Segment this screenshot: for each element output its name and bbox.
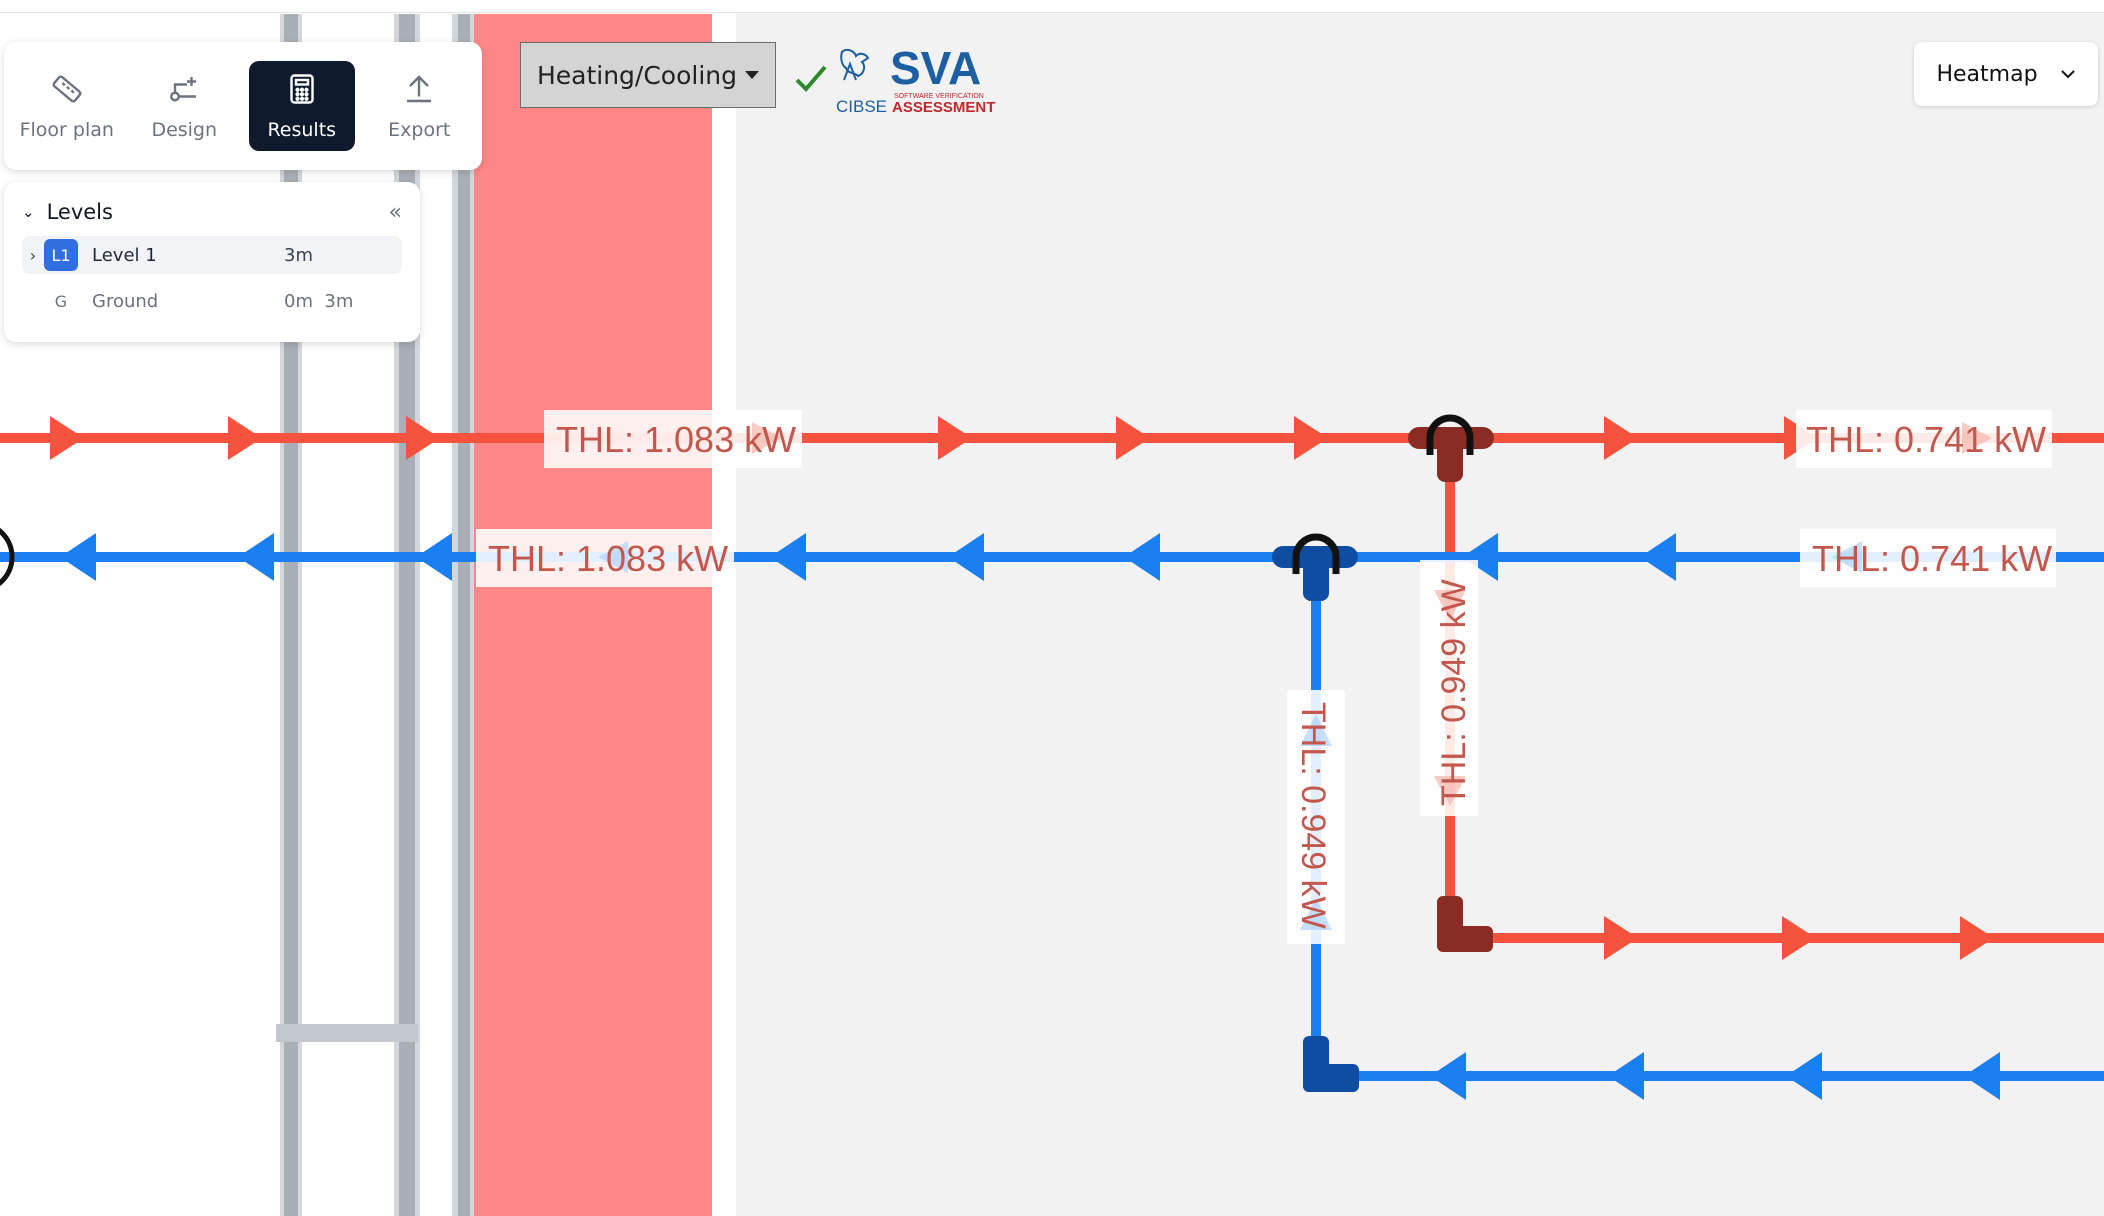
svg-text:THL: 1.083 kW: THL: 1.083 kW: [556, 419, 796, 460]
levels-header[interactable]: ⌄ Levels «: [22, 196, 402, 228]
collapse-panel-icon[interactable]: «: [389, 200, 402, 225]
floor-plan-button[interactable]: Floor plan: [14, 61, 120, 151]
results-label: Results: [267, 119, 337, 141]
heatmap-label: Heatmap: [1936, 61, 2038, 87]
design-label: Design: [151, 119, 218, 141]
svg-text:THL: 0.949 kW: THL: 0.949 kW: [1294, 702, 1332, 929]
svg-text:ASSESSMENT: ASSESSMENT: [892, 99, 995, 116]
svg-text:THL: 0.741 kW: THL: 0.741 kW: [1806, 419, 2046, 460]
level-name: Ground: [92, 290, 159, 312]
svg-text:CIBSE: CIBSE: [836, 97, 887, 116]
levels-panel: ⌄ Levels « › L1 Level 1 3m G Ground 0m 3…: [4, 182, 420, 342]
level-badge: L1: [44, 239, 78, 271]
check-icon: [795, 65, 827, 92]
mode-toolbar: Floor plan Design Results Export: [4, 42, 482, 170]
export-button[interactable]: Export: [367, 61, 473, 151]
results-canvas[interactable]: THL: 1.083 kW THL: 0.741 kW THL: 1.083 k…: [0, 0, 2104, 1216]
level-row-level-1[interactable]: › L1 Level 1 3m: [22, 236, 402, 274]
chevron-down-icon[interactable]: ⌄: [22, 203, 35, 221]
ruler-icon: [52, 75, 82, 103]
heating-cooling-label: Heating/Cooling: [536, 60, 738, 90]
level-name: Level 1: [92, 244, 157, 266]
wall-band: [474, 14, 712, 1216]
design-button[interactable]: Design: [132, 61, 238, 151]
label-return-branch: THL: 0.949 kW: [1287, 690, 1345, 944]
design-icon: [170, 77, 197, 102]
svg-text:THL: 0.741 kW: THL: 0.741 kW: [1812, 538, 2052, 579]
heating-cooling-dropdown[interactable]: Heating/Cooling: [520, 42, 776, 108]
level-height: 3m: [284, 244, 313, 266]
wall-gap: [712, 14, 736, 1216]
export-label: Export: [388, 119, 451, 141]
label-flow-main-right: THL: 0.741 kW: [1796, 410, 2052, 468]
level-row-ground[interactable]: G Ground 0m 3m: [22, 282, 402, 320]
label-flow-main-left: THL: 1.083 kW: [544, 410, 802, 468]
level-badge: G: [54, 291, 68, 311]
heatmap-dropdown[interactable]: Heatmap: [1914, 42, 2098, 106]
chevron-down-icon: [2060, 70, 2075, 79]
floor-plan-label: Floor plan: [19, 119, 114, 141]
svg-text:THL: 0.949 kW: THL: 0.949 kW: [1435, 579, 1473, 806]
label-return-main-left: THL: 1.083 kW: [476, 529, 734, 587]
results-button[interactable]: Results: [249, 61, 355, 151]
cibse-sva-logo: CIBSE SVA SOFTWARE VERIFICATION ASSESSME…: [836, 44, 995, 116]
caret-down-icon: [745, 71, 760, 79]
label-return-main-right: THL: 0.741 kW: [1800, 529, 2056, 587]
upload-icon: [407, 75, 432, 103]
chevron-right-icon[interactable]: ›: [22, 246, 44, 265]
levels-title: Levels: [46, 200, 113, 224]
label-flow-branch: THL: 0.949 kW: [1420, 560, 1478, 816]
calculator-icon: [290, 74, 314, 104]
svg-text:SVA: SVA: [890, 44, 981, 94]
svg-text:THL: 1.083 kW: THL: 1.083 kW: [488, 538, 728, 579]
level-height: 0m 3m: [284, 290, 354, 312]
